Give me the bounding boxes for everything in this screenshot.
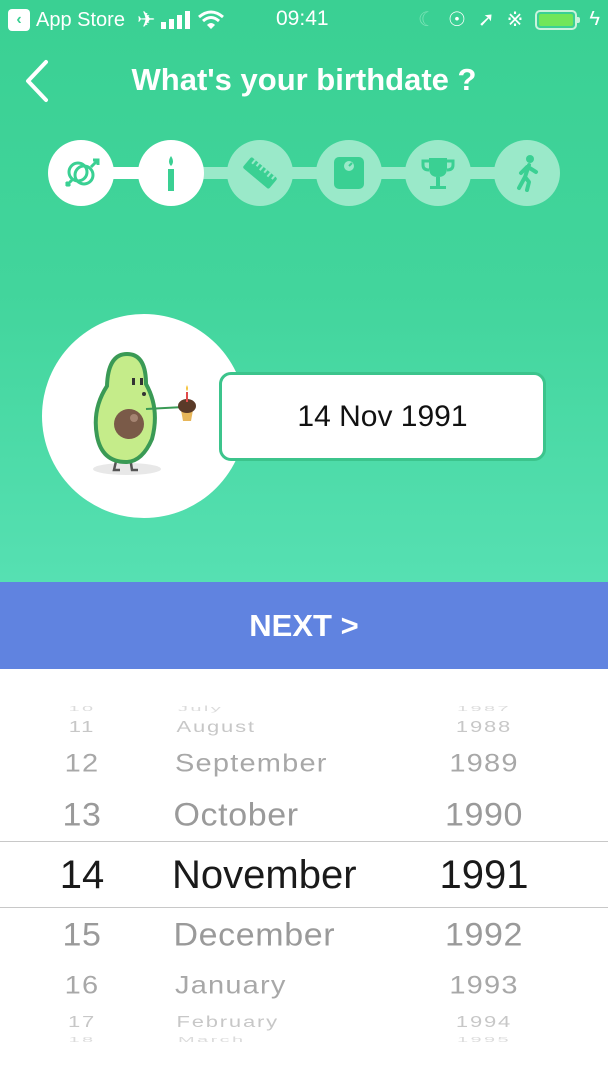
avocado-mascot-icon <box>93 351 196 475</box>
location-icon: ➚ <box>477 9 495 31</box>
date-picker[interactable]: 10 11 12 13 14 15 16 17 18 July August September Oc… <box>0 669 608 1080</box>
month-option[interactable]: October <box>174 799 299 831</box>
year-option[interactable]: 1988 <box>424 719 544 734</box>
month-option[interactable]: November <box>172 855 357 895</box>
year-option[interactable]: 1989 <box>424 751 544 777</box>
day-option[interactable]: 13 <box>22 799 142 831</box>
step-birthdate[interactable] <box>138 140 204 206</box>
month-option[interactable]: March <box>178 1037 246 1044</box>
day-option[interactable]: 18 <box>22 1037 142 1044</box>
next-button[interactable]: NEXT > <box>0 582 608 669</box>
year-option[interactable]: 1994 <box>424 1014 544 1029</box>
step-weight[interactable] <box>316 140 382 206</box>
trophy-icon <box>421 158 455 189</box>
avatar <box>42 314 246 518</box>
step-gender[interactable] <box>48 140 114 206</box>
day-wheel[interactable]: 10 11 12 13 14 15 16 17 18 <box>0 669 160 1080</box>
year-option[interactable]: 1990 <box>424 799 544 831</box>
rotation-lock-icon: ☉ <box>447 9 466 31</box>
back-to-app-icon[interactable]: ‹ <box>8 9 30 31</box>
day-option[interactable]: 14 <box>22 855 142 895</box>
day-option[interactable]: 10 <box>22 706 142 713</box>
month-option[interactable]: February <box>177 1014 279 1029</box>
page-title: What's your birthdate ? <box>131 62 477 97</box>
bluetooth-icon: ※ <box>506 9 524 31</box>
year-option[interactable]: 1993 <box>424 973 544 999</box>
clock: 09:41 <box>276 7 329 30</box>
year-option[interactable]: 1987 <box>424 706 544 713</box>
step-activity[interactable] <box>494 140 560 206</box>
navbar: What's your birthdate ? <box>0 44 608 120</box>
month-option[interactable]: September <box>175 751 328 777</box>
progress-steps <box>48 140 562 206</box>
gender-icon <box>64 158 100 188</box>
year-option[interactable]: 1992 <box>424 919 544 951</box>
wifi-icon <box>198 10 225 29</box>
month-option[interactable]: December <box>174 919 336 951</box>
scale-icon <box>334 157 364 189</box>
status-bar: ‹ App Store ✈ 09:41 ☾ ☉ ➚ ※ ϟ <box>0 0 608 40</box>
header-area: ‹ App Store ✈ 09:41 ☾ ☉ ➚ ※ ϟ What's you… <box>0 0 608 582</box>
month-wheel[interactable]: July August September October November Decemb… <box>160 669 420 1080</box>
month-option[interactable]: August <box>177 719 256 734</box>
moon-icon: ☾ <box>418 9 436 31</box>
month-option[interactable]: January <box>175 973 287 999</box>
selected-date-field[interactable]: 14 Nov 1991 <box>219 372 546 461</box>
battery-icon <box>535 9 581 30</box>
back-app-label[interactable]: App Store <box>36 9 125 32</box>
walking-icon <box>517 155 538 192</box>
day-option[interactable]: 12 <box>22 751 142 777</box>
year-wheel[interactable]: 1987 1988 1989 1990 1991 1992 1993 1994 1995 <box>420 669 608 1080</box>
day-option[interactable]: 11 <box>22 719 142 734</box>
step-height[interactable] <box>227 140 293 206</box>
signal-icon <box>161 11 191 29</box>
day-option[interactable]: 17 <box>22 1014 142 1029</box>
step-goal[interactable] <box>405 140 471 206</box>
charging-icon: ϟ <box>589 8 600 30</box>
year-option[interactable]: 1995 <box>424 1037 544 1044</box>
candle-icon <box>168 156 174 191</box>
day-option[interactable]: 15 <box>22 919 142 951</box>
day-option[interactable]: 16 <box>22 973 142 999</box>
ruler-icon <box>243 157 277 189</box>
year-option[interactable]: 1991 <box>424 855 544 895</box>
airplane-icon: ✈ <box>136 7 156 32</box>
month-option[interactable]: July <box>178 706 223 713</box>
